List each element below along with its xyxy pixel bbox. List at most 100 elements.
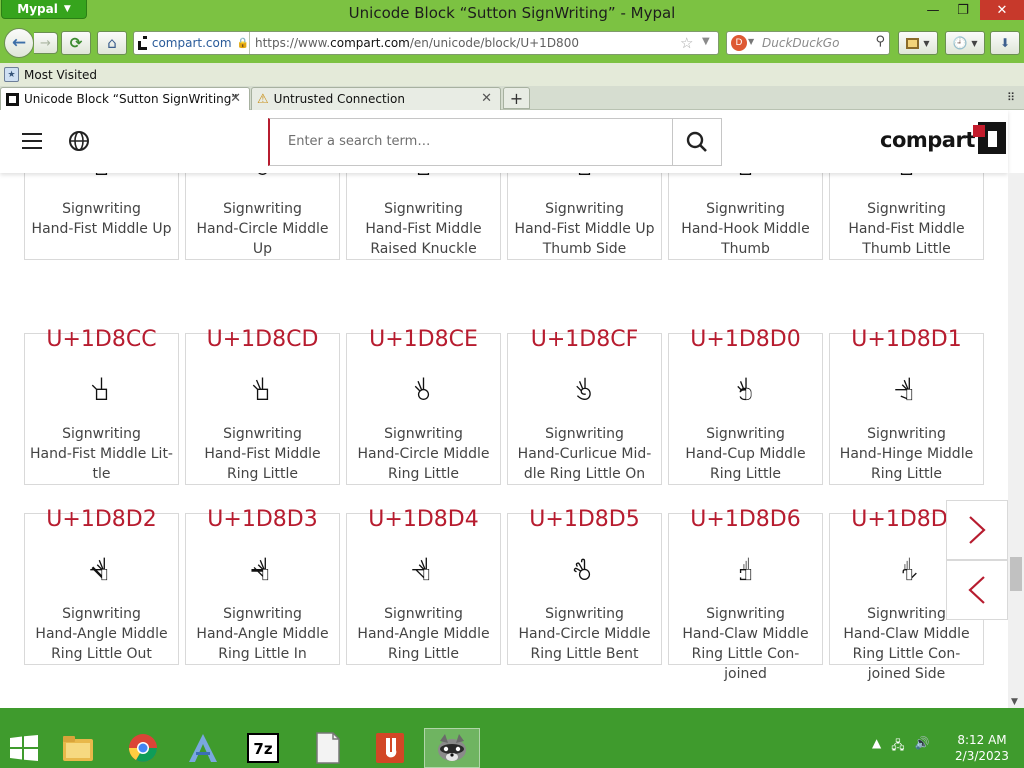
folder-icon <box>63 736 93 761</box>
tab-close-icon[interactable]: ✕ <box>230 91 241 106</box>
compart-logo[interactable]: compart <box>880 122 1006 154</box>
character-card[interactable]: U+1D8CE 𝣎 Signwriting Hand-Circle Middle Rin… <box>346 327 501 485</box>
site-search-input[interactable] <box>286 133 670 150</box>
system-tray: ▲ 🖧 🔊 <box>872 736 930 757</box>
scrollbar-thumb[interactable] <box>1010 557 1022 591</box>
chevron-down-icon: ▼ <box>923 38 930 48</box>
taskbar-ppt-app[interactable] <box>362 728 418 768</box>
code-point-label: U+1D8D6 <box>690 507 801 532</box>
network-icon[interactable]: 🖧 <box>891 736 904 757</box>
download-arrow-icon: ⬇ <box>999 36 1011 50</box>
url-text[interactable]: https://www.compart.com/en/unicode/block… <box>255 36 579 50</box>
bookmark-star-icon[interactable]: ☆ <box>680 34 693 52</box>
character-name: Signwriting Hand-Circle Middle Ring Little <box>351 424 496 484</box>
previous-button[interactable] <box>946 560 1008 620</box>
character-name-line: Thumb Side <box>542 241 627 257</box>
character-name-line: Hand-Fist Middle <box>848 221 965 237</box>
site-identity-label: compart.com <box>151 36 232 50</box>
character-name-line: Signwriting <box>384 201 463 217</box>
next-button[interactable] <box>946 500 1008 560</box>
letter-a-icon <box>189 734 217 762</box>
svg-text:7z: 7z <box>253 740 272 758</box>
lock-icon: 🔒 <box>236 37 249 49</box>
character-card[interactable]: U+1D8D1 𝣑 Signwriting Hand-Hinge Middle Ring… <box>829 327 984 485</box>
maximize-button[interactable]: ❐ <box>948 0 978 20</box>
character-name-line: Signwriting <box>706 201 785 217</box>
vertical-scrollbar[interactable]: ▼ <box>1008 173 1024 708</box>
chevron-left-icon <box>968 576 985 604</box>
hamburger-menu-icon[interactable] <box>22 133 42 149</box>
system-clock[interactable]: 8:12 AM 2/3/2023 <box>952 732 1012 764</box>
url-path: /en/unicode/block/U+1D800 <box>409 36 579 50</box>
taskbar-mypal-raccoon[interactable] <box>424 728 480 768</box>
new-tab-button[interactable]: + <box>503 87 530 109</box>
search-engine-dropdown-icon[interactable]: ▼ <box>748 37 754 46</box>
clock-icon: 🕘 <box>952 36 968 50</box>
site-search-field[interactable] <box>268 118 722 166</box>
taskbar-mypal-a[interactable] <box>175 728 231 768</box>
bookmark-most-visited[interactable]: ★ Most Visited <box>4 67 97 82</box>
forward-arrow-icon: → <box>40 35 51 51</box>
minimize-button[interactable]: — <box>918 0 948 20</box>
character-card[interactable]: U+1D8D2 𝣒 Signwriting Hand-Angle Middle Ring… <box>24 507 179 665</box>
character-name-line: Raised Knuckle <box>370 241 477 257</box>
character-name-line: Signwriting <box>545 606 624 622</box>
character-card[interactable]: U+1D8D0 𝣐 Signwriting Hand-Cup Middle Ring L… <box>668 327 823 485</box>
scroll-down-icon[interactable]: ▼ <box>1011 697 1018 707</box>
bookmark-folder-icon: ★ <box>4 67 19 82</box>
character-name-line: Hand-Hook Middle <box>681 221 810 237</box>
character-name-line: Thumb Little <box>862 241 951 257</box>
character-name-line: Signwriting <box>545 201 624 217</box>
seven-zip-icon: 7z <box>247 733 279 763</box>
tab-close-icon[interactable]: ✕ <box>481 91 492 106</box>
character-name: Signwriting Hand-Fist Middle Ring Little <box>190 424 335 484</box>
navigation-toolbar: ← → ⟳ ⌂ compart.com 🔒 https://www.compar… <box>0 25 1024 63</box>
back-button[interactable]: ← <box>4 28 34 58</box>
history-button[interactable]: 🕘 ▼ <box>945 31 985 55</box>
close-window-button[interactable]: ✕ <box>980 0 1024 20</box>
character-name: Signwriting Hand-Circle Middle Up <box>190 199 335 259</box>
clock-date: 2/3/2023 <box>955 749 1009 763</box>
character-name-line: dle Ring Little On <box>523 466 646 482</box>
chevron-down-icon: ▼ <box>971 38 978 48</box>
character-card[interactable]: U+1D8D3 𝣓 Signwriting Hand-Angle Middle Ring… <box>185 507 340 665</box>
globe-icon[interactable] <box>68 130 90 152</box>
show-hidden-icons-icon[interactable]: ▲ <box>872 736 881 757</box>
character-card[interactable]: U+1D8D6 𝣖 Signwriting Hand-Claw Middle Ring … <box>668 507 823 682</box>
character-name: Signwriting Hand-Curlicue Mid-dle Ring Li… <box>512 424 657 484</box>
tab-list-icon[interactable]: ⠿ <box>1007 91 1015 104</box>
picture-frame-button[interactable]: ▼ <box>898 31 938 55</box>
character-card[interactable]: U+1D8CD 𝣍 Signwriting Hand-Fist Middle Ring … <box>185 327 340 485</box>
taskbar-7zip[interactable]: 7z <box>235 728 291 768</box>
picture-frame-icon <box>906 37 920 49</box>
duckduckgo-icon[interactable]: D <box>731 35 747 51</box>
reload-button[interactable]: ⟳ <box>61 31 91 55</box>
site-identity-button[interactable]: compart.com 🔒 <box>134 32 250 54</box>
site-search-button[interactable] <box>672 119 721 165</box>
windows-start-icon[interactable] <box>10 735 38 761</box>
reload-icon: ⟳ <box>69 34 83 52</box>
home-button[interactable]: ⌂ <box>97 31 127 55</box>
taskbar-chrome[interactable] <box>115 728 171 768</box>
character-card[interactable]: U+1D8CF 𝣏 Signwriting Hand-Curlicue Mid-dle… <box>507 327 662 485</box>
code-point-label: U+1D8D2 <box>46 507 157 532</box>
tab-untrusted-connection[interactable]: ⚠ Untrusted Connection ✕ <box>251 87 501 110</box>
character-card[interactable]: U+1D8CC 𝣌 Signwriting Hand-Fist Middle Lit-… <box>24 327 179 485</box>
volume-icon[interactable]: 🔊 <box>915 736 930 757</box>
character-card[interactable]: U+1D8D5 𝣕 Signwriting Hand-Circle Middle Rin… <box>507 507 662 665</box>
bookmark-label: Most Visited <box>24 67 98 82</box>
url-history-dropdown-icon[interactable]: ▼ <box>702 36 710 47</box>
character-name-line: Ring Little <box>871 466 942 482</box>
character-name-line: Signwriting <box>62 201 141 217</box>
search-icon[interactable]: ⚲ <box>875 34 885 49</box>
web-search-box[interactable]: D ▼ DuckDuckGo ⚲ <box>726 31 890 55</box>
forward-button[interactable]: → <box>34 32 58 54</box>
address-bar[interactable]: compart.com 🔒 https://www.compart.com/en… <box>133 31 719 55</box>
character-card[interactable]: U+1D8D4 𝣔 Signwriting Hand-Angle Middle Ring… <box>346 507 501 665</box>
taskbar-notepad[interactable] <box>300 728 356 768</box>
tab-unicode-block[interactable]: Unicode Block “Sutton SignWriting” ✕ <box>0 87 250 110</box>
character-name: Signwriting Hand-Fist Middle Thumb Little <box>834 199 979 259</box>
taskbar-file-explorer[interactable] <box>50 728 106 768</box>
downloads-button[interactable]: ⬇ <box>990 31 1020 55</box>
logo-mark-icon <box>972 122 1006 154</box>
